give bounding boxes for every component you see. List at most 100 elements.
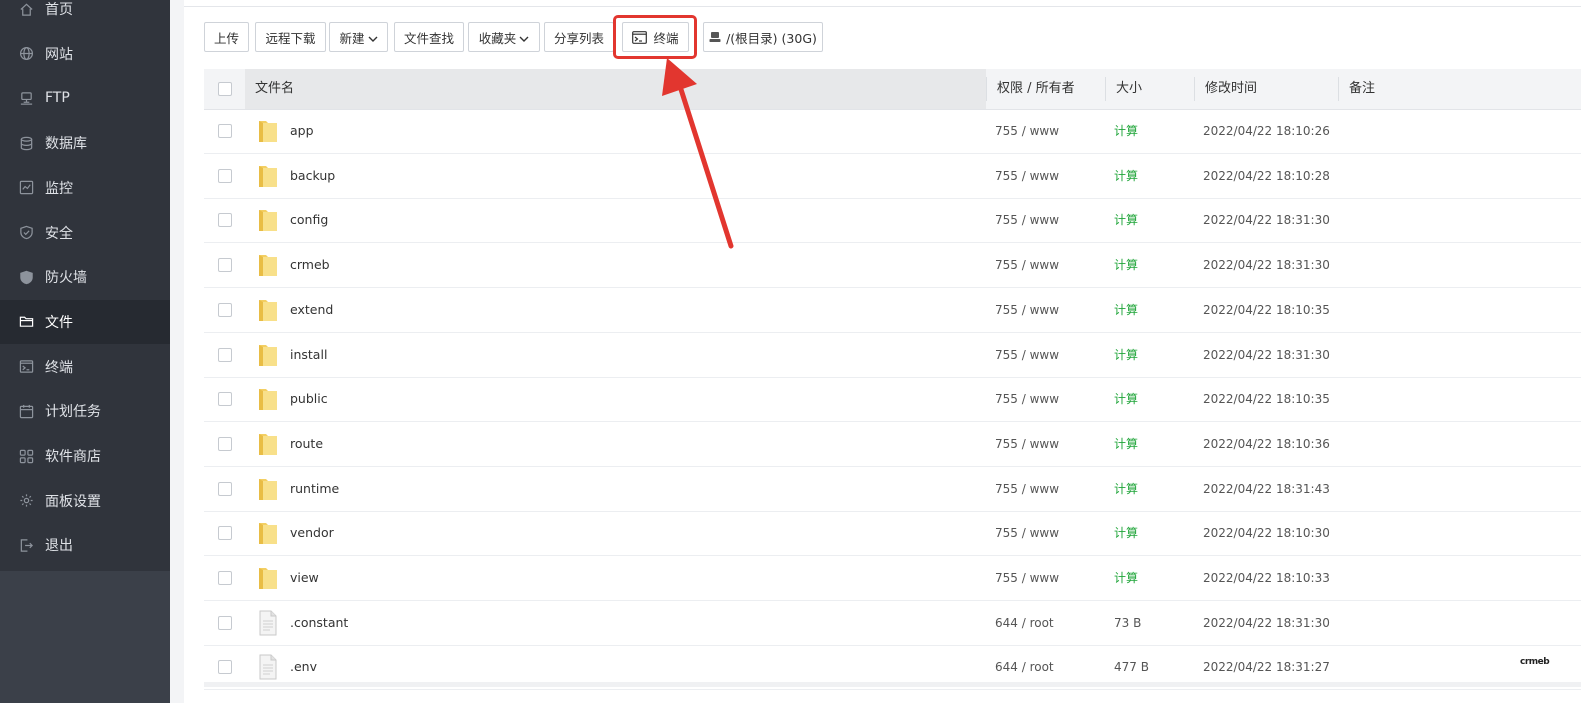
remote-download-button[interactable]: 远程下载 <box>255 22 326 52</box>
column-header-size[interactable]: 大小 <box>1116 69 1142 109</box>
file-name-link[interactable]: crmeb <box>290 243 330 287</box>
modified-time: 2022/04/22 18:31:30 <box>1203 213 1330 228</box>
file-name-link[interactable]: app <box>290 109 314 153</box>
row-checkbox[interactable] <box>218 481 232 496</box>
column-separator <box>1194 77 1195 101</box>
sidebar-item-gear[interactable]: 面板设置 <box>0 479 170 523</box>
table-header: 文件名 权限 / 所有者 大小 修改时间 备注 <box>204 69 1581 110</box>
calculate-size-link[interactable]: 计算 <box>1114 243 1138 287</box>
sidebar-item-apps[interactable]: 软件商店 <box>0 434 170 478</box>
column-header-note[interactable]: 备注 <box>1349 69 1375 109</box>
calculate-size-link[interactable]: 计算 <box>1114 511 1138 555</box>
table-row[interactable]: view 755 / www 计算 2022/04/22 18:10:33 <box>204 556 1581 601</box>
permission-owner: 755 / www <box>995 258 1060 273</box>
file-name-link[interactable]: extend <box>290 288 333 332</box>
row-checkbox[interactable] <box>218 436 232 451</box>
highlight-annotation-box <box>613 15 697 59</box>
file-name-link[interactable]: config <box>290 198 328 242</box>
disk-label: /(根目录) (30G) <box>726 30 817 46</box>
file-size: 73 B <box>1114 615 1142 630</box>
calculate-size-link[interactable]: 计算 <box>1114 467 1138 511</box>
row-checkbox[interactable] <box>218 302 232 317</box>
sidebar-item-calendar[interactable]: 计划任务 <box>0 389 170 433</box>
shield-icon <box>18 225 34 241</box>
table-row[interactable]: backup 755 / www 计算 2022/04/22 18:10:28 <box>204 154 1581 199</box>
column-header-name[interactable]: 文件名 <box>255 69 294 109</box>
file-name-link[interactable]: install <box>290 333 327 377</box>
file-name-link[interactable]: .constant <box>290 601 348 645</box>
table-row[interactable]: crmeb 755 / www 计算 2022/04/22 18:31:30 <box>204 243 1581 289</box>
table-row[interactable]: route 755 / www 计算 2022/04/22 18:10:36 <box>204 422 1581 467</box>
row-checkbox[interactable] <box>218 347 232 362</box>
table-row[interactable]: extend 755 / www 计算 2022/04/22 18:10:35 <box>204 288 1581 333</box>
sidebar-item-label: 软件商店 <box>45 449 101 465</box>
sidebar-item-terminal[interactable]: 终端 <box>0 345 170 389</box>
sidebar-item-ftp[interactable]: FTP <box>0 76 170 120</box>
watermark-logo: crmeb <box>1520 657 1550 667</box>
table-row[interactable]: install 755 / www 计算 2022/04/22 18:31:30 <box>204 333 1581 378</box>
table-row[interactable]: .constant 644 / root 73 B 2022/04/22 18:31:… <box>204 601 1581 646</box>
file-name-link[interactable]: view <box>290 556 319 600</box>
calculate-size-link[interactable]: 计算 <box>1114 154 1138 198</box>
remote-download-label: 远程下载 <box>265 30 316 46</box>
table-row[interactable]: vendor 755 / www 计算 2022/04/22 18:10:30 <box>204 511 1581 557</box>
column-header-modified[interactable]: 修改时间 <box>1205 69 1257 109</box>
modified-time: 2022/04/22 18:10:33 <box>1203 571 1330 585</box>
favorites-dropdown-button[interactable]: 收藏夹 <box>468 22 540 52</box>
calculate-size-link[interactable]: 计算 <box>1114 288 1138 332</box>
calculate-size-link[interactable]: 计算 <box>1114 333 1138 377</box>
database-icon <box>18 135 34 151</box>
sidebar-item-monitor[interactable]: 监控 <box>0 166 170 210</box>
upload-button[interactable]: 上传 <box>204 22 249 52</box>
row-checkbox[interactable] <box>218 124 232 138</box>
row-checkbox[interactable] <box>218 213 232 228</box>
permission-owner: 755 / www <box>995 392 1060 407</box>
table-row[interactable]: public 755 / www 计算 2022/04/22 18:10:35 <box>204 377 1581 423</box>
sidebar-item-folder[interactable]: 文件 <box>0 299 170 344</box>
calculate-size-link[interactable]: 计算 <box>1114 109 1138 153</box>
row-checkbox[interactable] <box>218 615 232 630</box>
row-checkbox[interactable] <box>218 392 232 407</box>
file-name-link[interactable]: runtime <box>290 467 339 511</box>
row-checkbox[interactable] <box>218 526 232 541</box>
modified-time: 2022/04/22 18:10:26 <box>1203 124 1330 138</box>
firewall-icon <box>18 269 34 285</box>
folder-icon <box>255 162 281 190</box>
calculate-size-link[interactable]: 计算 <box>1114 422 1138 466</box>
table-row[interactable]: runtime 755 / www 计算 2022/04/22 18:31:43 <box>204 467 1581 512</box>
file-name-link[interactable]: public <box>290 377 328 421</box>
file-name-link[interactable]: backup <box>290 154 335 198</box>
calendar-icon <box>18 403 34 419</box>
row-checkbox[interactable] <box>218 571 232 585</box>
file-search-button[interactable]: 文件查找 <box>394 22 464 52</box>
calculate-size-link[interactable]: 计算 <box>1114 377 1138 421</box>
sidebar-item-database[interactable]: 数据库 <box>0 121 170 165</box>
modified-time: 2022/04/22 18:31:30 <box>1203 258 1330 273</box>
select-all-checkbox[interactable] <box>218 82 232 96</box>
column-header-permission[interactable]: 权限 / 所有者 <box>997 69 1075 109</box>
modified-time: 2022/04/22 18:10:30 <box>1203 526 1330 541</box>
logout-icon <box>18 537 34 553</box>
calculate-size-link[interactable]: 计算 <box>1114 198 1138 242</box>
file-name-link[interactable]: vendor <box>290 511 334 555</box>
sidebar-item-logout[interactable]: 退出 <box>0 523 170 567</box>
modified-time: 2022/04/22 18:31:30 <box>1203 615 1330 630</box>
row-checkbox[interactable] <box>218 660 232 675</box>
sidebar: 首页 网站 FTP 数据库 监控 安全 防火墙文件终端 计划任务软件商店面板设置 退出 <box>0 0 170 703</box>
table-row[interactable]: config 755 / www 计算 2022/04/22 18:31:30 <box>204 198 1581 244</box>
calculate-size-link[interactable]: 计算 <box>1114 556 1138 600</box>
disk-root-button[interactable]: /(根目录) (30G) <box>703 22 823 52</box>
sidebar-item-firewall[interactable]: 防火墙 <box>0 255 170 299</box>
folder-icon <box>255 341 281 369</box>
sidebar-item-home[interactable]: 首页 <box>0 0 170 31</box>
sidebar-item-shield[interactable]: 安全 <box>0 211 170 255</box>
row-checkbox[interactable] <box>218 168 232 183</box>
file-name-link[interactable]: route <box>290 422 323 466</box>
folder-icon <box>255 564 281 592</box>
sidebar-item-label: 文件 <box>45 314 73 331</box>
table-row[interactable]: app 755 / www 计算 2022/04/22 18:10:26 <box>204 109 1581 154</box>
new-dropdown-button[interactable]: 新建 <box>329 22 388 52</box>
share-list-button[interactable]: 分享列表 <box>544 22 614 52</box>
sidebar-item-globe[interactable]: 网站 <box>0 32 170 76</box>
row-checkbox[interactable] <box>218 258 232 273</box>
